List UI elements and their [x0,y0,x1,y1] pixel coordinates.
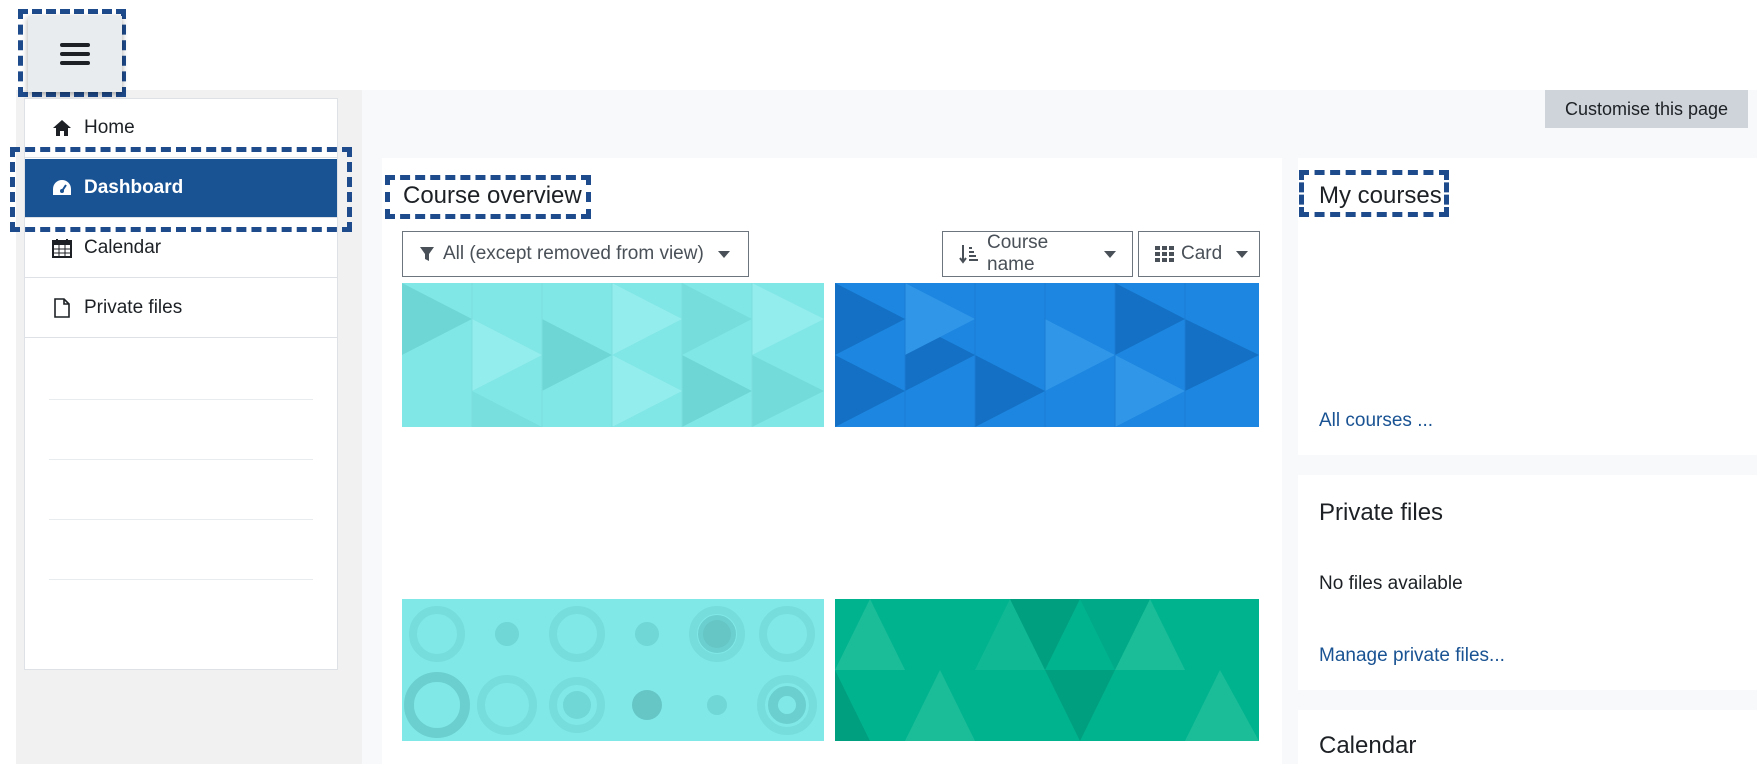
file-icon [52,298,72,318]
chevron-down-icon [1236,250,1249,258]
chevron-down-icon [717,250,730,258]
manage-private-files-link[interactable]: Manage private files... [1319,645,1505,667]
private-files-block: Private files No files available Manage … [1298,475,1757,690]
calendar-icon [52,238,72,258]
customise-page-button[interactable]: Customise this page [1545,90,1748,128]
course-filter-dropdown[interactable]: All (except removed from view) [402,231,749,277]
divider [49,399,313,400]
course-view-label: Card [1181,243,1223,264]
sort-icon [959,244,979,264]
course-sort-dropdown[interactable]: Course name [942,231,1133,277]
calendar-title: Calendar [1319,732,1417,759]
course-card-image[interactable] [402,283,824,427]
course-card-image[interactable] [835,283,1259,427]
nav-item-label: Home [84,117,135,138]
course-overview-block: Course overview All (except removed from… [382,158,1282,764]
no-files-text: No files available [1319,573,1463,594]
my-courses-highlight [1299,170,1449,217]
filter-icon [419,246,435,262]
grid-icon [1155,246,1175,262]
course-card-image[interactable] [402,599,824,741]
private-files-title: Private files [1319,499,1444,526]
block-gap [1298,690,1757,710]
dashboard-highlight [10,147,352,232]
nav-item-private-files[interactable]: Private files [25,279,337,338]
course-filter-label: All (except removed from view) [443,243,704,264]
divider [49,459,313,460]
page-gutter [362,90,382,764]
block-gap [1298,455,1757,475]
home-icon [52,118,72,138]
divider [49,579,313,580]
course-overview-highlight [385,175,591,219]
menu-toggle-button[interactable] [28,16,122,92]
divider [49,519,313,520]
hamburger-icon [60,38,90,70]
course-view-dropdown[interactable]: Card [1138,231,1260,277]
course-sort-label: Course name [987,232,1049,275]
all-courses-link[interactable]: All courses ... [1319,410,1433,432]
column-gutter [1282,158,1298,764]
nav-item-label: Private files [84,297,183,318]
calendar-block: Calendar [1298,710,1757,764]
nav-item-label: Calendar [84,237,162,258]
chevron-down-icon [1104,250,1116,258]
course-card-image[interactable] [835,599,1259,741]
